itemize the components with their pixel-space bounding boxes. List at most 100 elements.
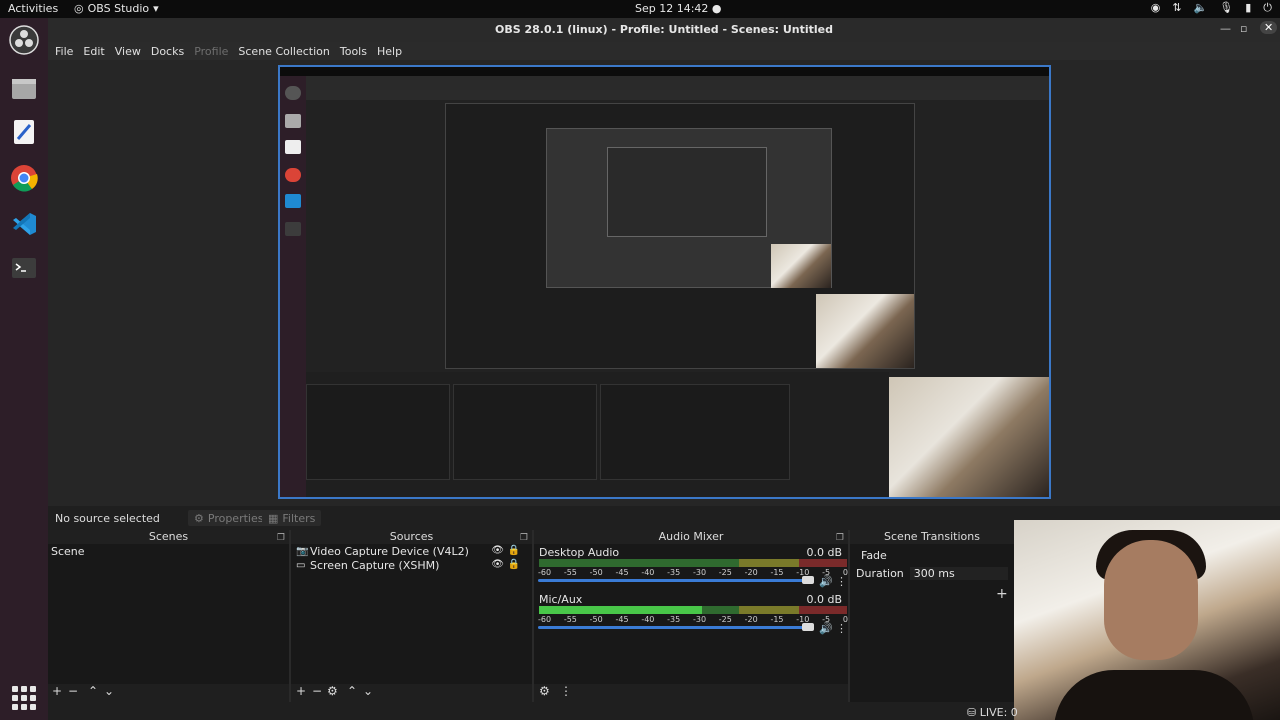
scene-item[interactable]: Scene bbox=[48, 544, 289, 559]
files-dock-icon[interactable] bbox=[8, 72, 40, 104]
scenes-header: Scenes bbox=[148, 530, 189, 543]
speaker-icon[interactable]: 🔊 bbox=[819, 622, 833, 635]
nested-editor-icon bbox=[285, 140, 301, 154]
move-up-icon[interactable]: ⌃ bbox=[88, 684, 98, 698]
filter-icon: ▦ bbox=[268, 511, 279, 525]
battery-icon: ▮ bbox=[1245, 1, 1252, 14]
menu-profile[interactable]: Profile bbox=[194, 45, 228, 58]
menu-view[interactable]: View bbox=[115, 45, 141, 58]
nested-chrome-icon bbox=[285, 168, 301, 182]
app-menu-label: OBS Studio bbox=[87, 2, 150, 15]
ubuntu-dock bbox=[0, 18, 48, 720]
activities-button[interactable]: Activities bbox=[8, 2, 58, 15]
undock-icon[interactable]: ❐ bbox=[277, 531, 285, 545]
nested-window-title bbox=[306, 76, 1049, 90]
menu-tools[interactable]: Tools bbox=[340, 45, 367, 58]
volume-icon: 🔈 bbox=[1193, 1, 1208, 14]
close-icon[interactable]: ✕ bbox=[1260, 21, 1278, 34]
text-editor-dock-icon[interactable] bbox=[8, 116, 40, 148]
text-editor-icon bbox=[14, 120, 34, 144]
nested-webcam-large bbox=[889, 377, 1049, 497]
kebab-menu-icon[interactable]: ⋮ bbox=[836, 622, 847, 635]
gear-icon[interactable]: ⚙ bbox=[539, 684, 550, 698]
add-scene-icon[interactable]: + bbox=[52, 684, 62, 698]
sources-panel: Sources ❐ 📷 Video Capture Device (V4L2) 👁… bbox=[291, 530, 534, 702]
move-down-icon[interactable]: ⌄ bbox=[363, 684, 373, 698]
terminal-dock-icon[interactable] bbox=[8, 252, 40, 284]
kebab-menu-icon[interactable]: ⋮ bbox=[560, 684, 572, 698]
volume-meter bbox=[539, 559, 847, 567]
webcam-overlay bbox=[1014, 520, 1280, 720]
sources-header: Sources bbox=[389, 530, 434, 543]
gear-icon[interactable]: ⚙ bbox=[327, 684, 338, 698]
add-source-icon[interactable]: + bbox=[296, 684, 306, 698]
slider-handle[interactable] bbox=[802, 623, 814, 631]
gnome-top-bar: Activities ◎ OBS Studio ▾ Sep 12 14:42 ●… bbox=[0, 0, 1280, 18]
speaker-icon[interactable]: 🔊 bbox=[819, 575, 833, 588]
channel-name: Desktop Audio bbox=[539, 546, 620, 559]
show-applications-icon[interactable] bbox=[12, 686, 36, 710]
wifi-icon: ⛁ bbox=[967, 706, 977, 719]
obs-logo-icon bbox=[9, 25, 39, 55]
obs-icon: ◎ bbox=[74, 2, 84, 15]
chrome-icon bbox=[11, 165, 38, 192]
app-menu[interactable]: ◎ OBS Studio ▾ bbox=[74, 2, 159, 15]
mixer-channel-desktop: Desktop Audio 0.0 dB -60 -55 -50 -45 -40 -35-… bbox=[538, 546, 848, 590]
program-preview[interactable] bbox=[278, 65, 1051, 499]
eye-icon[interactable]: 👁 bbox=[491, 559, 504, 570]
meter-scale: -60 -55 -50 -45 -40 -35 -30 -25 -20 -15 -10 -5 0 bbox=[538, 615, 848, 624]
transition-select[interactable]: Fade bbox=[856, 548, 1008, 563]
eye-icon[interactable]: 👁 bbox=[491, 545, 504, 556]
transitions-header: Scene Transitions bbox=[884, 530, 980, 543]
menu-edit[interactable]: Edit bbox=[83, 45, 104, 58]
channel-db: 0.0 dB bbox=[806, 593, 842, 606]
folder-icon bbox=[12, 79, 36, 99]
lock-icon[interactable]: 🔒 bbox=[508, 545, 520, 556]
source-item-screen-capture[interactable]: ▭ Screen Capture (XSHM) 👁 🔒 bbox=[291, 559, 532, 572]
chrome-dock-icon[interactable] bbox=[8, 162, 40, 194]
nested-files-icon bbox=[285, 114, 301, 128]
clock[interactable]: Sep 12 14:42 ● bbox=[635, 2, 722, 15]
maximize-icon[interactable]: ▫ bbox=[1240, 22, 1247, 35]
slider-handle[interactable] bbox=[802, 576, 814, 584]
properties-button[interactable]: ⚙ Properties bbox=[188, 510, 270, 526]
menu-bar: File Edit View Docks Profile Scene Colle… bbox=[48, 42, 1280, 60]
undock-icon[interactable]: ❐ bbox=[836, 531, 844, 545]
duration-label: Duration bbox=[856, 567, 904, 580]
remove-scene-icon[interactable]: − bbox=[68, 684, 78, 698]
remove-source-icon[interactable]: − bbox=[312, 684, 322, 698]
nested-deeper-preview bbox=[607, 147, 767, 237]
system-tray[interactable]: ◉ ⇅ 🔈 🎙 ▮ ⏻ bbox=[1151, 1, 1272, 15]
channel-db: 0.0 dB bbox=[806, 546, 842, 559]
chevron-down-icon: ▾ bbox=[153, 2, 159, 15]
menu-docks[interactable]: Docks bbox=[151, 45, 184, 58]
nested-menu-bar bbox=[306, 90, 1049, 100]
minimize-icon[interactable]: — bbox=[1220, 22, 1231, 35]
add-transition-icon[interactable]: + bbox=[996, 586, 1008, 602]
move-down-icon[interactable]: ⌄ bbox=[104, 684, 114, 698]
kebab-menu-icon[interactable]: ⋮ bbox=[836, 575, 847, 588]
record-indicator-icon: ◉ bbox=[1150, 1, 1161, 14]
meter-level bbox=[539, 606, 702, 614]
no-source-label: No source selected bbox=[55, 512, 160, 525]
duration-field[interactable]: 300 ms bbox=[909, 567, 1008, 580]
window-titlebar[interactable]: OBS 28.0.1 (linux) - Profile: Untitled -… bbox=[48, 18, 1280, 42]
network-icon: ⇅ bbox=[1172, 1, 1182, 14]
menu-file[interactable]: File bbox=[55, 45, 73, 58]
obs-dock-icon[interactable] bbox=[8, 24, 40, 56]
source-item-video-capture[interactable]: 📷 Video Capture Device (V4L2) 👁 🔒 bbox=[291, 545, 532, 558]
menu-scene-collection[interactable]: Scene Collection bbox=[238, 45, 329, 58]
nested-screen-dock bbox=[280, 76, 306, 497]
power-icon: ⏻ bbox=[1263, 1, 1272, 14]
undock-icon[interactable]: ❐ bbox=[520, 531, 528, 545]
vscode-dock-icon[interactable] bbox=[8, 208, 40, 240]
volume-slider[interactable] bbox=[538, 623, 814, 631]
move-up-icon[interactable]: ⌃ bbox=[347, 684, 357, 698]
lock-icon[interactable]: 🔒 bbox=[508, 559, 520, 570]
menu-help[interactable]: Help bbox=[377, 45, 402, 58]
volume-slider[interactable] bbox=[538, 576, 814, 584]
vscode-icon bbox=[13, 213, 36, 235]
sources-toolbar: + − ⚙ ⌃ ⌄ bbox=[291, 684, 532, 702]
window-title: OBS 28.0.1 (linux) - Profile: Untitled -… bbox=[494, 23, 834, 36]
filters-button[interactable]: ▦ Filters bbox=[262, 510, 322, 526]
